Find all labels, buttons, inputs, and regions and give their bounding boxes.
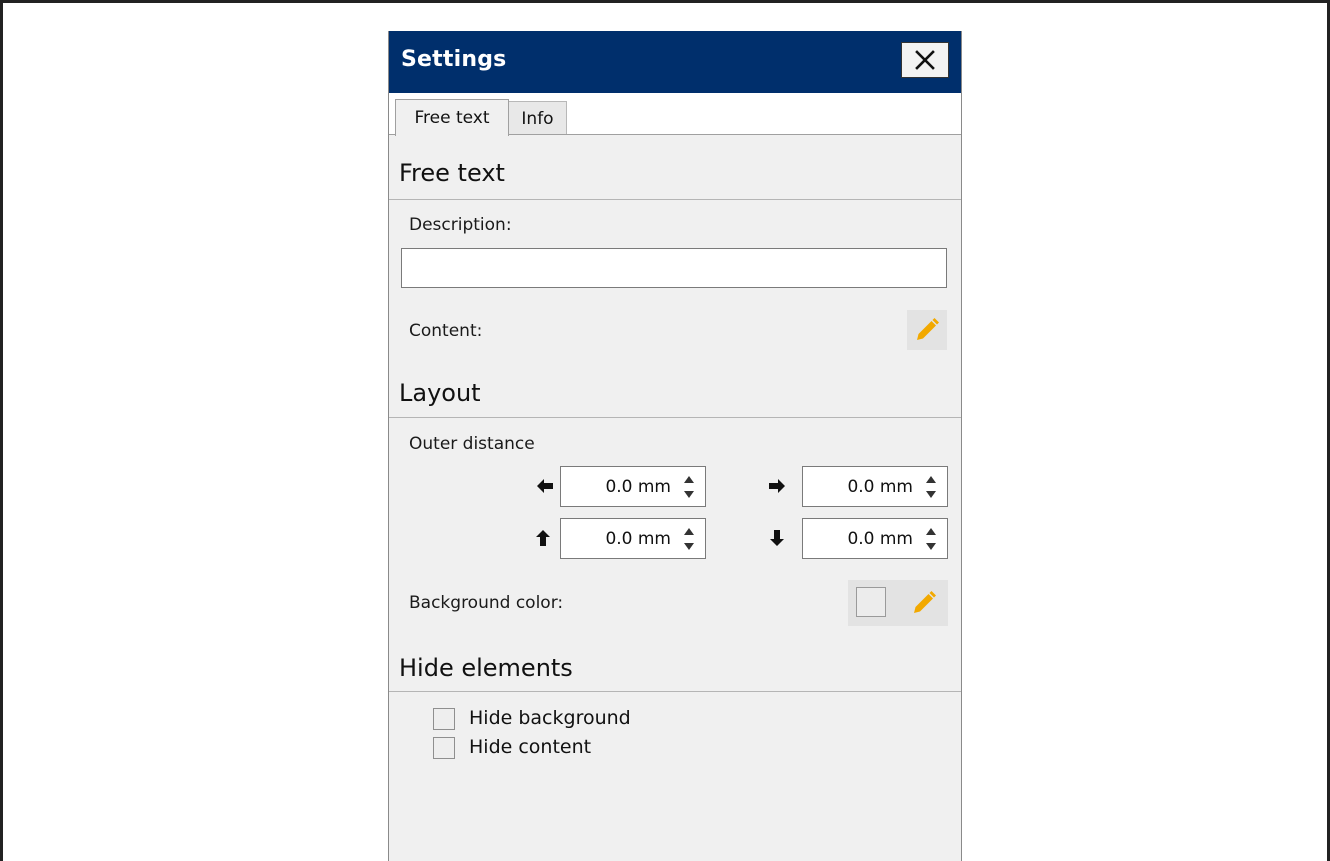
tab-info-label: Info <box>521 108 554 129</box>
close-icon <box>915 50 935 70</box>
content-label: Content: <box>409 321 483 341</box>
layout-heading: Layout <box>399 379 481 407</box>
right-distance-stepper[interactable]: 0.0 mm <box>802 466 948 507</box>
layout-divider <box>389 417 961 418</box>
arrow-left-icon <box>536 477 554 495</box>
pencil-icon <box>917 318 939 340</box>
free-text-heading: Free text <box>399 159 505 187</box>
close-button[interactable] <box>901 42 949 78</box>
arrow-right-icon <box>768 477 786 495</box>
hide-content-label: Hide content <box>469 736 592 758</box>
tab-free-text[interactable]: Free text <box>395 99 509 136</box>
hide-background-checkbox[interactable] <box>433 708 455 730</box>
description-input[interactable] <box>401 248 947 288</box>
left-distance-value: 0.0 mm <box>605 477 671 497</box>
outer-distance-label: Outer distance <box>409 434 535 454</box>
free-text-divider <box>389 199 961 200</box>
hide-elements-heading: Hide elements <box>399 654 573 682</box>
arrow-down-icon <box>768 529 786 547</box>
hide-content-checkbox[interactable] <box>433 737 455 759</box>
pencil-icon <box>914 591 936 613</box>
tab-strip: Free text Info <box>389 93 961 136</box>
spin-arrows-icon[interactable] <box>923 472 939 502</box>
panel-title: Settings <box>401 47 507 72</box>
bottom-distance-value: 0.0 mm <box>847 529 913 549</box>
top-distance-stepper[interactable]: 0.0 mm <box>560 518 706 559</box>
hide-background-label: Hide background <box>469 707 631 729</box>
settings-panel: Settings Free text Info Free text Descri… <box>388 31 962 861</box>
edit-content-button[interactable] <box>907 310 947 350</box>
spin-arrows-icon[interactable] <box>681 524 697 554</box>
edit-background-color-button[interactable] <box>904 583 944 623</box>
background-color-swatch[interactable] <box>856 587 886 617</box>
hide-elements-divider <box>389 691 961 692</box>
left-distance-stepper[interactable]: 0.0 mm <box>560 466 706 507</box>
top-distance-value: 0.0 mm <box>605 529 671 549</box>
tab-free-text-label: Free text <box>414 108 490 128</box>
background-color-picker <box>848 580 948 626</box>
right-distance-value: 0.0 mm <box>847 477 913 497</box>
title-bar: Settings <box>389 31 961 93</box>
spin-arrows-icon[interactable] <box>923 524 939 554</box>
background-color-label: Background color: <box>409 593 564 613</box>
spin-arrows-icon[interactable] <box>681 472 697 502</box>
bottom-distance-stepper[interactable]: 0.0 mm <box>802 518 948 559</box>
arrow-up-icon <box>534 529 552 547</box>
tab-info[interactable]: Info <box>509 101 567 135</box>
description-label: Description: <box>409 215 512 235</box>
